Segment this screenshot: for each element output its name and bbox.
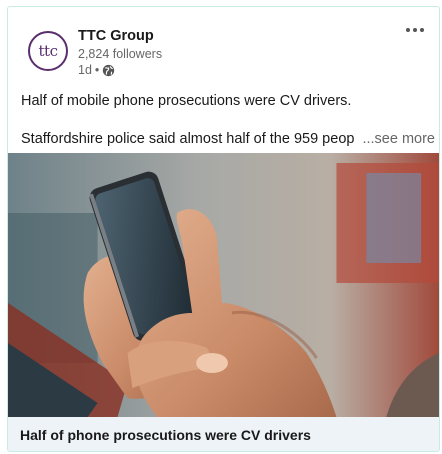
post-text-line1: Half of mobile phone prosecutions were C… <box>21 93 352 109</box>
article-image[interactable] <box>8 153 439 417</box>
dot <box>420 28 424 32</box>
post-meta: 1d • <box>78 63 115 77</box>
article-caption-bar[interactable]: Half of phone prosecutions were CV drive… <box>8 417 439 451</box>
company-logo-text: ttc <box>38 41 58 60</box>
post-text-truncated: Staffordshire police said almost half of… <box>21 131 355 147</box>
post-header: ttc TTC Group 2,824 followers 1d • <box>8 7 439 81</box>
dot <box>413 28 417 32</box>
phone-photo-illustration <box>8 153 439 417</box>
post-card: ttc TTC Group 2,824 followers 1d • Half … <box>7 6 440 452</box>
article-title[interactable]: Half of phone prosecutions were CV drive… <box>20 427 311 443</box>
more-options-icon[interactable] <box>401 21 429 39</box>
company-logo[interactable]: ttc <box>28 31 68 71</box>
globe-icon <box>103 64 115 76</box>
post-text-line2: Staffordshire police said almost half of… <box>21 131 435 147</box>
company-name[interactable]: TTC Group <box>78 28 154 44</box>
post-age: 1d <box>78 63 92 77</box>
see-more-link[interactable]: ...see more <box>362 131 435 147</box>
dot <box>406 28 410 32</box>
meta-separator: • <box>94 63 100 77</box>
follower-count: 2,824 followers <box>78 47 163 61</box>
